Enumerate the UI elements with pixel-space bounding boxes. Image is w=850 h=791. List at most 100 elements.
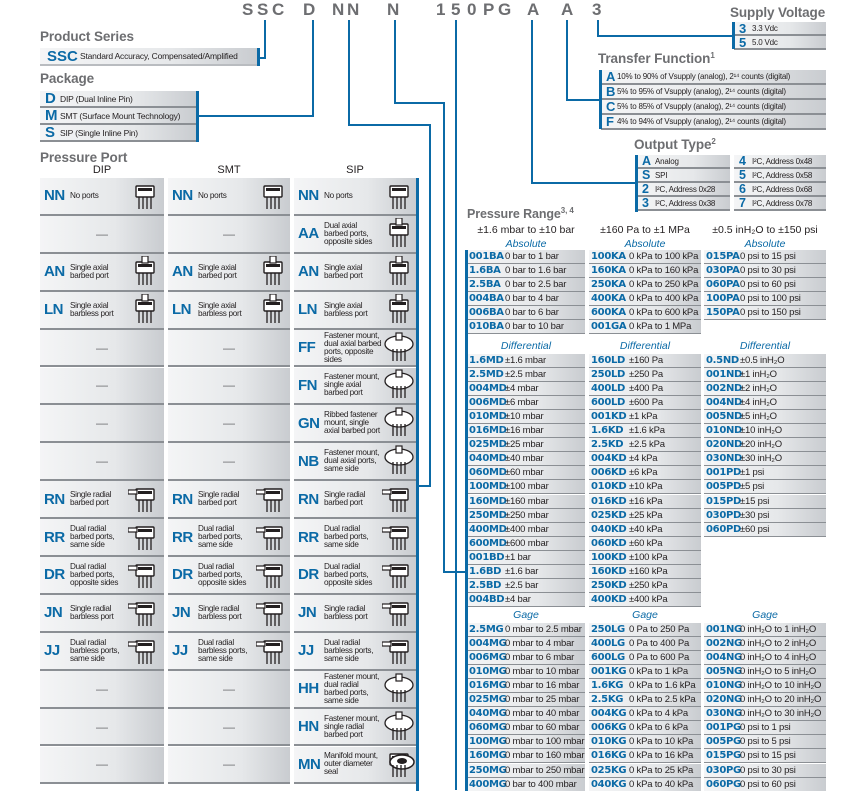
pressure-range-row: 250MD ±250 mbar xyxy=(467,508,585,523)
port-code: RR xyxy=(172,528,193,546)
port-desc: No ports xyxy=(198,190,227,200)
part-code-letter: G xyxy=(498,0,512,19)
output-type-row-desc: I²C, Address 0x28 xyxy=(655,184,716,194)
pressure-range-title: Pressure Range3, 4 xyxy=(467,206,574,221)
pressure-range-row: 006BA 0 bar to 6 bar xyxy=(467,306,585,321)
range-code: 1.6BA xyxy=(469,265,501,277)
pressure-range-heading: ±0.5 inH₂O to ±150 psi xyxy=(712,224,818,236)
range-value: 0 mbar to 160 mbar xyxy=(505,750,585,762)
pressure-range-row: 250LG 0 Pa to 250 Pa xyxy=(589,623,701,637)
port-desc: Fastener mount, dual radial barbed ports… xyxy=(324,671,380,705)
output-type-row: 2 I²C, Address 0x28 xyxy=(637,182,730,197)
range-code: 016KD xyxy=(591,495,627,507)
pressure-range-row: 100MG 0 mbar to 100 mbar xyxy=(467,735,585,750)
port-desc: Fastener mount, dual axial barbed ports,… xyxy=(324,330,382,364)
pressure-range-row: 004BD ±4 bar xyxy=(467,592,585,607)
range-value: 0 psi to 30 psi xyxy=(740,265,796,277)
pressure-range-row: 250MG 0 mbar to 250 mbar xyxy=(467,763,585,778)
output-type-row: 7 I²C, Address 0x78 xyxy=(734,196,826,211)
part-code-letter: P xyxy=(483,0,495,19)
pressure-range-row: 010KD ±10 kPa xyxy=(589,480,701,495)
pressure-range-row: 160KD ±160 kPa xyxy=(589,564,701,579)
range-code: 040MG xyxy=(469,708,507,720)
pressure-port-cell: — xyxy=(40,215,164,254)
range-value: ±4 bar xyxy=(505,593,531,605)
range-value: 0 inH₂O to 10 inH₂O xyxy=(740,680,822,692)
range-code: 1.6KG xyxy=(591,680,624,692)
pressure-range-row: 004KD ±4 kPa xyxy=(589,452,701,467)
pressure-range-row: 060MG 0 mbar to 60 mbar xyxy=(467,721,585,736)
pressure-range-row: 400KD ±400 kPa xyxy=(589,592,701,607)
output-type-row-desc: SPI xyxy=(655,170,668,180)
dip-package-icon xyxy=(128,180,162,212)
supply-voltage-row: 5 5.0 Vdc xyxy=(734,35,826,50)
range-value: 0 psi to 5 psi xyxy=(740,736,791,748)
not-available-dash: — xyxy=(223,719,235,734)
dual-radial-port-icon xyxy=(381,559,416,591)
pressure-range-row: 160LD ±160 Pa xyxy=(589,354,701,368)
port-desc: Single radial barbless port xyxy=(70,603,114,621)
dual-radial-port-icon xyxy=(255,521,290,553)
pressure-range-row: 025KG 0 kPa to 25 kPa xyxy=(589,763,701,778)
pressure-range-row: 004BA 0 bar to 4 bar xyxy=(467,292,585,307)
range-value: ±6 mbar xyxy=(505,397,539,409)
range-code: 160MG xyxy=(469,750,507,762)
port-code: JN xyxy=(172,604,191,622)
range-code: 015PG xyxy=(706,750,741,762)
pressure-range-heading: ±1.6 mbar to ±10 bar xyxy=(477,224,575,236)
range-value: 0 bar to 1 bar xyxy=(505,251,559,262)
radial-barbless-port-icon xyxy=(381,597,416,629)
pressure-range-row: 1.6KD ±1.6 kPa xyxy=(589,424,701,439)
range-value: 0 kPa to 25 kPa xyxy=(629,764,694,776)
range-code: 010NG xyxy=(706,680,742,692)
range-value: 0 mbar to 4 mbar xyxy=(505,638,575,650)
pressure-range-category-gage: Gage xyxy=(752,609,778,621)
part-code-letter: 0 xyxy=(467,0,477,19)
range-code: 600LG xyxy=(591,652,625,664)
part-code-letter: N xyxy=(332,0,345,19)
range-value: ±160 kPa xyxy=(629,565,668,577)
range-code: 001ND xyxy=(706,369,743,381)
output-type-row: 3 I²C, Address 0x38 xyxy=(637,196,730,211)
pressure-range-row: 600MD ±600 mbar xyxy=(467,536,585,551)
port-desc: No ports xyxy=(70,190,99,200)
pressure-range-category-differential: Differential xyxy=(619,340,671,352)
output-type-row-desc: I²C, Address 0x58 xyxy=(752,170,813,180)
range-value: ±1 bar xyxy=(505,551,531,563)
range-value: 0 mbar to 100 mbar xyxy=(505,736,585,748)
radial-port-icon xyxy=(381,483,416,515)
range-code: 030PG xyxy=(706,764,741,776)
range-code: 004ND xyxy=(706,397,743,409)
range-value: 0 inH₂O to 20 inH₂O xyxy=(740,694,822,706)
port-code: RN xyxy=(298,490,319,508)
pressure-range-row: 400LD ±400 Pa xyxy=(589,382,701,397)
pressure-port-cell: JJ Dual radial barbless ports, same side xyxy=(168,632,290,671)
range-value: 0 inH₂O to 30 inH₂O xyxy=(740,708,822,720)
port-desc: Manifold mount, outer diameter seal xyxy=(324,751,378,777)
output-type-row-code: 4 xyxy=(739,154,746,168)
pressure-range-row: 025KD ±25 kPa xyxy=(589,508,701,523)
pressure-port-cell: AN Single axial barbed port xyxy=(294,253,416,292)
range-code: 010KD xyxy=(591,481,627,493)
range-code: 001KD xyxy=(591,411,627,423)
package-row-desc: SMT (Surface Mount Technology) xyxy=(60,110,181,121)
pressure-range-row: 010KG 0 kPa to 10 kPa xyxy=(589,735,701,750)
port-code: NN xyxy=(172,187,193,205)
range-code: 001BD xyxy=(469,551,505,563)
port-desc: Fastener mount, single axial barbed port xyxy=(324,372,380,398)
output-type-row-code: 7 xyxy=(739,196,746,210)
range-code: 400MD xyxy=(469,523,507,535)
range-value: 0 psi to 150 psi xyxy=(740,307,801,319)
package-row-code: D xyxy=(45,90,56,107)
not-available-dash: — xyxy=(223,416,235,431)
range-value: 0 psi to 60 psi xyxy=(740,279,796,291)
fastener-radial-mount-icon xyxy=(382,710,416,743)
pressure-port-cell: — xyxy=(40,443,164,482)
port-code: RN xyxy=(172,490,193,508)
port-code: NN xyxy=(44,187,65,205)
port-desc: Dual radial barbed ports, same side xyxy=(324,524,369,550)
output-type-row-desc: I²C, Address 0x78 xyxy=(752,198,813,208)
range-value: ±10 inH₂O xyxy=(740,425,782,437)
range-code: 060PG xyxy=(706,778,741,790)
output-type-row-desc: Analog xyxy=(655,156,679,166)
